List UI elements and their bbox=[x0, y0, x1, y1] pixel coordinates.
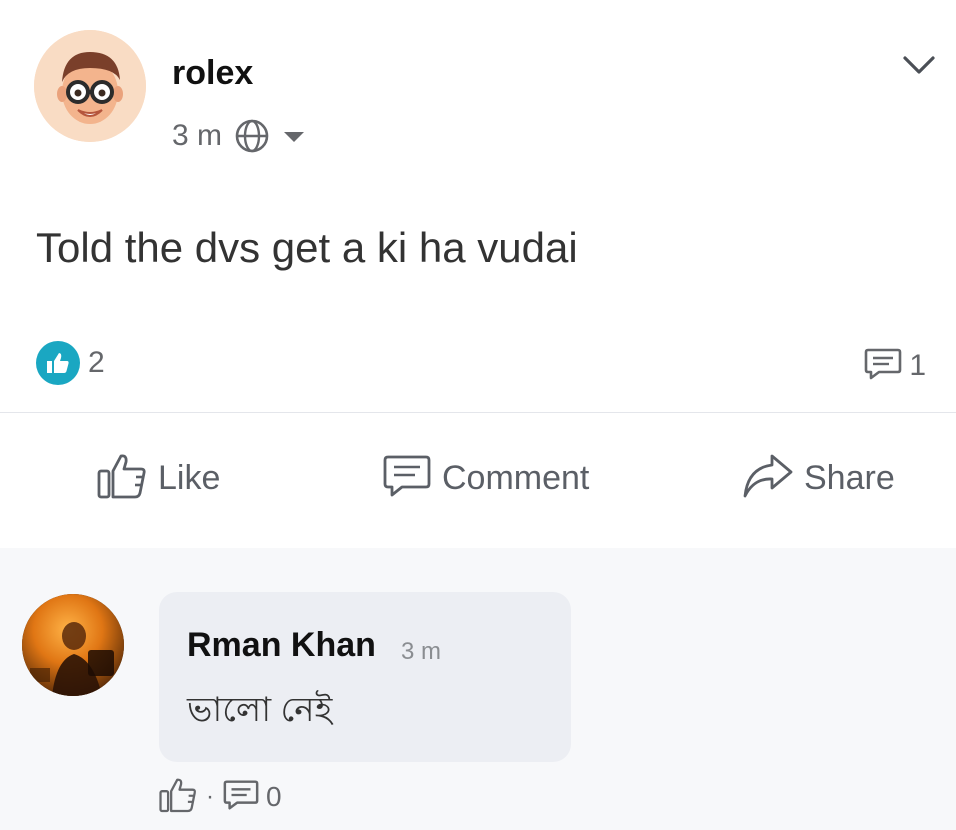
comment-actions: · 0 bbox=[158, 774, 282, 820]
comments-summary[interactable]: 1 bbox=[863, 346, 926, 386]
comment-button[interactable]: Comment bbox=[382, 448, 589, 508]
reply-count: 0 bbox=[266, 781, 282, 812]
separator-dot: · bbox=[206, 783, 214, 810]
share-arrow-icon bbox=[742, 452, 794, 505]
comment-bubble[interactable]: Rman Khan 3 m ভালো নেই bbox=[159, 592, 571, 762]
author-avatar[interactable] bbox=[34, 30, 146, 142]
chevron-down-icon[interactable] bbox=[902, 50, 936, 80]
share-button[interactable]: Share bbox=[742, 448, 895, 508]
author-name[interactable]: rolex bbox=[172, 54, 253, 93]
memoji-avatar-image bbox=[34, 30, 146, 142]
globe-icon[interactable] bbox=[234, 118, 270, 154]
thumbs-up-icon bbox=[96, 451, 148, 506]
comment-count-icon bbox=[863, 346, 903, 387]
commenter-name[interactable]: Rman Khan bbox=[187, 626, 376, 665]
comment-time: 3 m bbox=[401, 638, 442, 665]
like-label: Like bbox=[158, 458, 221, 497]
comment-like-icon[interactable] bbox=[158, 776, 198, 819]
comment-reply-icon[interactable] bbox=[222, 777, 260, 818]
privacy-dropdown-caret-icon[interactable] bbox=[282, 128, 306, 144]
commenter-photo bbox=[22, 594, 124, 696]
like-button[interactable]: Like bbox=[96, 448, 220, 508]
commenter-avatar[interactable] bbox=[22, 594, 124, 696]
comment-text: ভালো নেই bbox=[187, 691, 333, 729]
divider bbox=[0, 412, 956, 413]
comment-icon bbox=[382, 453, 432, 504]
like-badge-icon bbox=[36, 341, 80, 385]
likes-count: 2 bbox=[88, 346, 105, 379]
comment-label: Comment bbox=[442, 458, 590, 497]
post-card: rolex 3 m Told the dvs get a ki ha vudai bbox=[0, 0, 956, 548]
comments-section: Rman Khan 3 m ভালো নেই · 0 bbox=[0, 548, 956, 830]
post-text: Told the dvs get a ki ha vudai bbox=[36, 224, 578, 271]
post-meta: 3 m bbox=[172, 116, 306, 156]
share-label: Share bbox=[804, 458, 895, 497]
post-time: 3 m bbox=[172, 119, 223, 152]
comments-count: 1 bbox=[909, 349, 926, 382]
likes-summary[interactable]: 2 bbox=[36, 340, 105, 386]
